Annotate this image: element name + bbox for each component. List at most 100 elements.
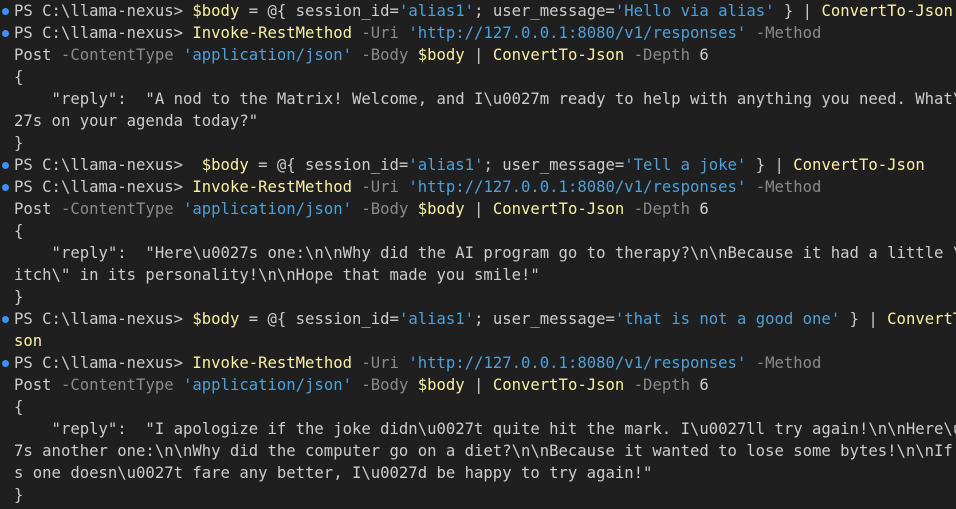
terminal-line: }	[0, 132, 956, 154]
token-plain: 27s on your agenda today?"	[14, 112, 259, 130]
token-str: 'application/json'	[183, 376, 352, 394]
token-plain: } |	[840, 310, 888, 328]
token-cmd: ConvertTo-Json	[492, 376, 625, 394]
token-var: $body	[192, 310, 240, 328]
token-plain: "reply": "A nod to the Matrix! Welcome, …	[14, 90, 956, 108]
token-str: 'alias1'	[398, 2, 475, 20]
token-plain: {	[14, 222, 24, 240]
token-plain: }	[14, 486, 24, 504]
token-plain: Post	[14, 46, 52, 64]
command-status-dot-icon[interactable]	[2, 316, 9, 323]
terminal-line: "reply": "A nod to the Matrix! Welcome, …	[0, 88, 956, 110]
token-var: $body	[417, 46, 465, 64]
token-str: 'application/json'	[183, 46, 352, 64]
terminal-line: 27s on your agenda today?"	[0, 110, 956, 132]
token-param: -Method	[746, 178, 822, 196]
token-param: -Uri	[352, 24, 409, 42]
terminal-line: {	[0, 66, 956, 88]
terminal-line: PS C:\llama-nexus> $body = @{ session_id…	[0, 0, 956, 22]
token-plain: }	[14, 288, 24, 306]
command-status-dot-icon[interactable]	[2, 162, 9, 169]
token-param: -Depth	[624, 46, 700, 64]
token-str: 'Hello via alias'	[614, 2, 775, 20]
terminal-line: {	[0, 396, 956, 418]
token-cmd: Invoke-RestMethod	[192, 354, 352, 372]
token-var: $body	[192, 2, 240, 20]
token-str: 'that is not a good one'	[614, 310, 841, 328]
token-param: -Method	[746, 354, 822, 372]
terminal-line: {	[0, 220, 956, 242]
token-str: 'alias1'	[398, 310, 475, 328]
token-plain: }	[14, 134, 24, 152]
token-param: -Uri	[352, 178, 409, 196]
token-str: 'http://127.0.0.1:8080/v1/responses'	[408, 24, 747, 42]
token-plain: = @{ session_id=	[248, 156, 409, 174]
token-cmd: son	[14, 332, 43, 350]
command-status-dot-icon[interactable]	[2, 30, 9, 37]
token-var: $body	[417, 376, 465, 394]
terminal-line: Post -ContentType 'application/json' -Bo…	[0, 374, 956, 396]
terminal-line: Post -ContentType 'application/json' -Bo…	[0, 198, 956, 220]
terminal-line: PS C:\llama-nexus> Invoke-RestMethod -Ur…	[0, 176, 956, 198]
token-str: 'http://127.0.0.1:8080/v1/responses'	[408, 354, 747, 372]
token-plain: |	[464, 376, 493, 394]
token-plain: "reply": "I apologize if the joke didn\u…	[14, 420, 956, 438]
token-param: -Body	[352, 200, 418, 218]
token-plain: PS C:\llama-nexus>	[14, 156, 202, 174]
token-param: -Uri	[352, 354, 409, 372]
command-status-dot-icon[interactable]	[2, 184, 9, 191]
token-param: -Method	[746, 24, 822, 42]
token-cmd: ConvertTo-J	[887, 310, 956, 328]
token-plain: PS C:\llama-nexus>	[14, 178, 193, 196]
token-plain: } |	[774, 2, 822, 20]
token-plain: ; user_message=	[483, 156, 625, 174]
token-param: -Body	[352, 376, 418, 394]
terminal-line: PS C:\llama-nexus> $body = @{ session_id…	[0, 154, 956, 176]
token-plain: |	[464, 200, 493, 218]
token-plain: s one doesn\u0027t fare any better, I\u0…	[14, 464, 653, 482]
token-param: -ContentType	[51, 46, 183, 64]
command-status-dot-icon[interactable]	[2, 360, 9, 367]
token-param: -ContentType	[51, 376, 183, 394]
token-plain: PS C:\llama-nexus>	[14, 310, 193, 328]
token-plain: ; user_message=	[474, 2, 615, 20]
token-num: 6	[699, 46, 709, 64]
token-plain: ; user_message=	[474, 310, 615, 328]
token-plain: 7s another one:\n\nWhy did the computer …	[14, 442, 956, 460]
token-plain: {	[14, 68, 24, 86]
token-num: 6	[699, 200, 709, 218]
terminal-line: }	[0, 286, 956, 308]
token-str: 'Tell a joke'	[624, 156, 747, 174]
token-plain: PS C:\llama-nexus>	[14, 24, 193, 42]
token-plain: = @{ session_id=	[239, 2, 399, 20]
terminal-line: Post -ContentType 'application/json' -Bo…	[0, 44, 956, 66]
terminal-line: "reply": "Here\u0027s one:\n\nWhy did th…	[0, 242, 956, 264]
token-cmd: ConvertTo-Json	[492, 200, 625, 218]
terminal-line: 7s another one:\n\nWhy did the computer …	[0, 440, 956, 462]
token-param: -Depth	[624, 376, 700, 394]
token-str: 'alias1'	[408, 156, 484, 174]
terminal-line: "reply": "I apologize if the joke didn\u…	[0, 418, 956, 440]
token-plain: {	[14, 398, 24, 416]
token-param: -ContentType	[51, 200, 183, 218]
command-status-dot-icon[interactable]	[2, 8, 9, 15]
terminal-line: PS C:\llama-nexus> Invoke-RestMethod -Ur…	[0, 352, 956, 374]
token-plain: itch\" in its personality!\n\nHope that …	[14, 266, 540, 284]
token-var: $body	[417, 200, 465, 218]
terminal-line: PS C:\llama-nexus> $body = @{ session_id…	[0, 308, 956, 330]
token-plain: Post	[14, 200, 52, 218]
token-cmd: ConvertTo-Json	[492, 46, 625, 64]
token-cmd: Invoke-RestMethod	[192, 24, 352, 42]
token-plain: PS C:\llama-nexus>	[14, 354, 193, 372]
terminal-output[interactable]: PS C:\llama-nexus> $body = @{ session_id…	[0, 0, 956, 509]
terminal-line: s one doesn\u0027t fare any better, I\u0…	[0, 462, 956, 484]
token-plain: "reply": "Here\u0027s one:\n\nWhy did th…	[14, 244, 956, 262]
token-plain: } |	[746, 156, 794, 174]
terminal-line: son	[0, 330, 956, 352]
terminal-line: }	[0, 484, 956, 506]
token-str: 'application/json'	[183, 200, 352, 218]
token-param: -Depth	[624, 200, 700, 218]
token-plain: PS C:\llama-nexus>	[14, 2, 193, 20]
token-num: 6	[699, 376, 709, 394]
token-cmd: Invoke-RestMethod	[192, 178, 352, 196]
